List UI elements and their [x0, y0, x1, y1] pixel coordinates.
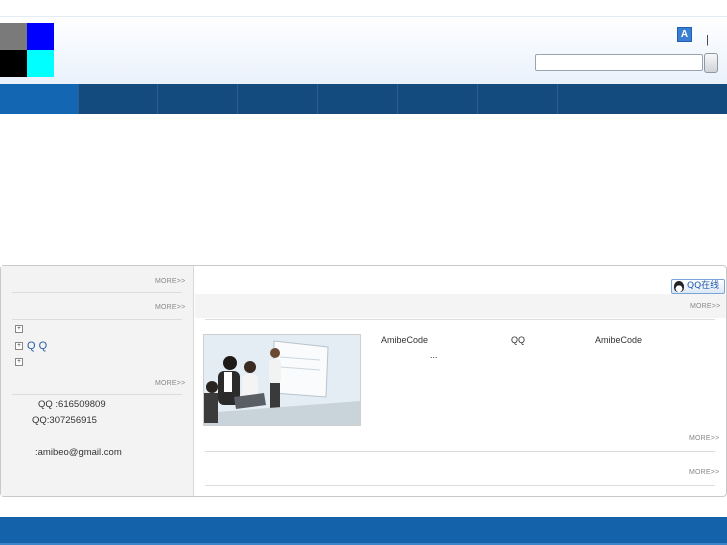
- sidebar-more-link[interactable]: MORE>>: [155, 278, 185, 285]
- content-more-link[interactable]: MORE>>: [690, 303, 720, 310]
- logo[interactable]: [0, 23, 55, 78]
- tree-item[interactable]: +: [15, 324, 27, 335]
- qq-online-label: QQ在线: [687, 281, 720, 291]
- contact-qq: QQ:307256915: [32, 415, 97, 426]
- search-input[interactable]: [535, 54, 703, 71]
- qq-online-button[interactable]: QQ在线: [671, 279, 725, 294]
- tree-item[interactable]: + Q Q: [15, 340, 47, 352]
- nav-item[interactable]: [479, 84, 558, 114]
- divider: [12, 319, 182, 320]
- office-meeting-image: [204, 335, 360, 425]
- intro-text: QQ: [511, 335, 526, 345]
- expand-icon: +: [15, 325, 23, 334]
- content-more-link[interactable]: MORE>>: [689, 469, 719, 476]
- main-nav: [0, 84, 727, 114]
- sidebar-more-link[interactable]: MORE>>: [155, 304, 185, 311]
- expand-icon: +: [15, 342, 23, 351]
- nav-item[interactable]: [0, 84, 79, 114]
- intro-ellipsis: ...: [430, 350, 438, 360]
- logo-tile: [27, 50, 54, 77]
- search-button[interactable]: [704, 53, 718, 73]
- divider: [205, 451, 715, 452]
- intro-text: AmibeCode: [381, 335, 429, 345]
- nav-item[interactable]: [79, 84, 158, 114]
- nav-item[interactable]: [239, 84, 318, 114]
- contact-qq: QQ :616509809: [38, 399, 106, 410]
- logo-tile: [27, 23, 54, 50]
- intro-photo: [203, 334, 361, 426]
- content-more-link[interactable]: MORE>>: [689, 435, 719, 442]
- logo-tile: [0, 50, 27, 77]
- logo-tile: [0, 23, 27, 50]
- qq-penguin-icon: [674, 281, 684, 292]
- tree-item[interactable]: +: [15, 357, 27, 368]
- nav-item[interactable]: [159, 84, 238, 114]
- language-icon[interactable]: A: [677, 27, 692, 42]
- divider: [12, 394, 182, 395]
- expand-icon: +: [15, 358, 23, 367]
- contact-email: :amibeo@gmail.com: [35, 447, 122, 458]
- nav-item[interactable]: [319, 84, 398, 114]
- divider: [12, 292, 182, 293]
- header-separator: |: [706, 34, 709, 46]
- sidebar: MORE>> MORE>> + + Q Q + MORE>> QQ :616509…: [1, 266, 194, 496]
- sidebar-more-link[interactable]: MORE>>: [155, 380, 185, 387]
- nav-item[interactable]: [399, 84, 478, 114]
- divider: [205, 485, 715, 486]
- tree-item-label: Q Q: [27, 340, 48, 352]
- divider: [205, 319, 715, 320]
- intro-text: AmibeCode: [595, 335, 643, 345]
- site-footer: [0, 517, 727, 545]
- content-section-header: MORE>>: [195, 294, 726, 318]
- site-header: A |: [0, 16, 727, 84]
